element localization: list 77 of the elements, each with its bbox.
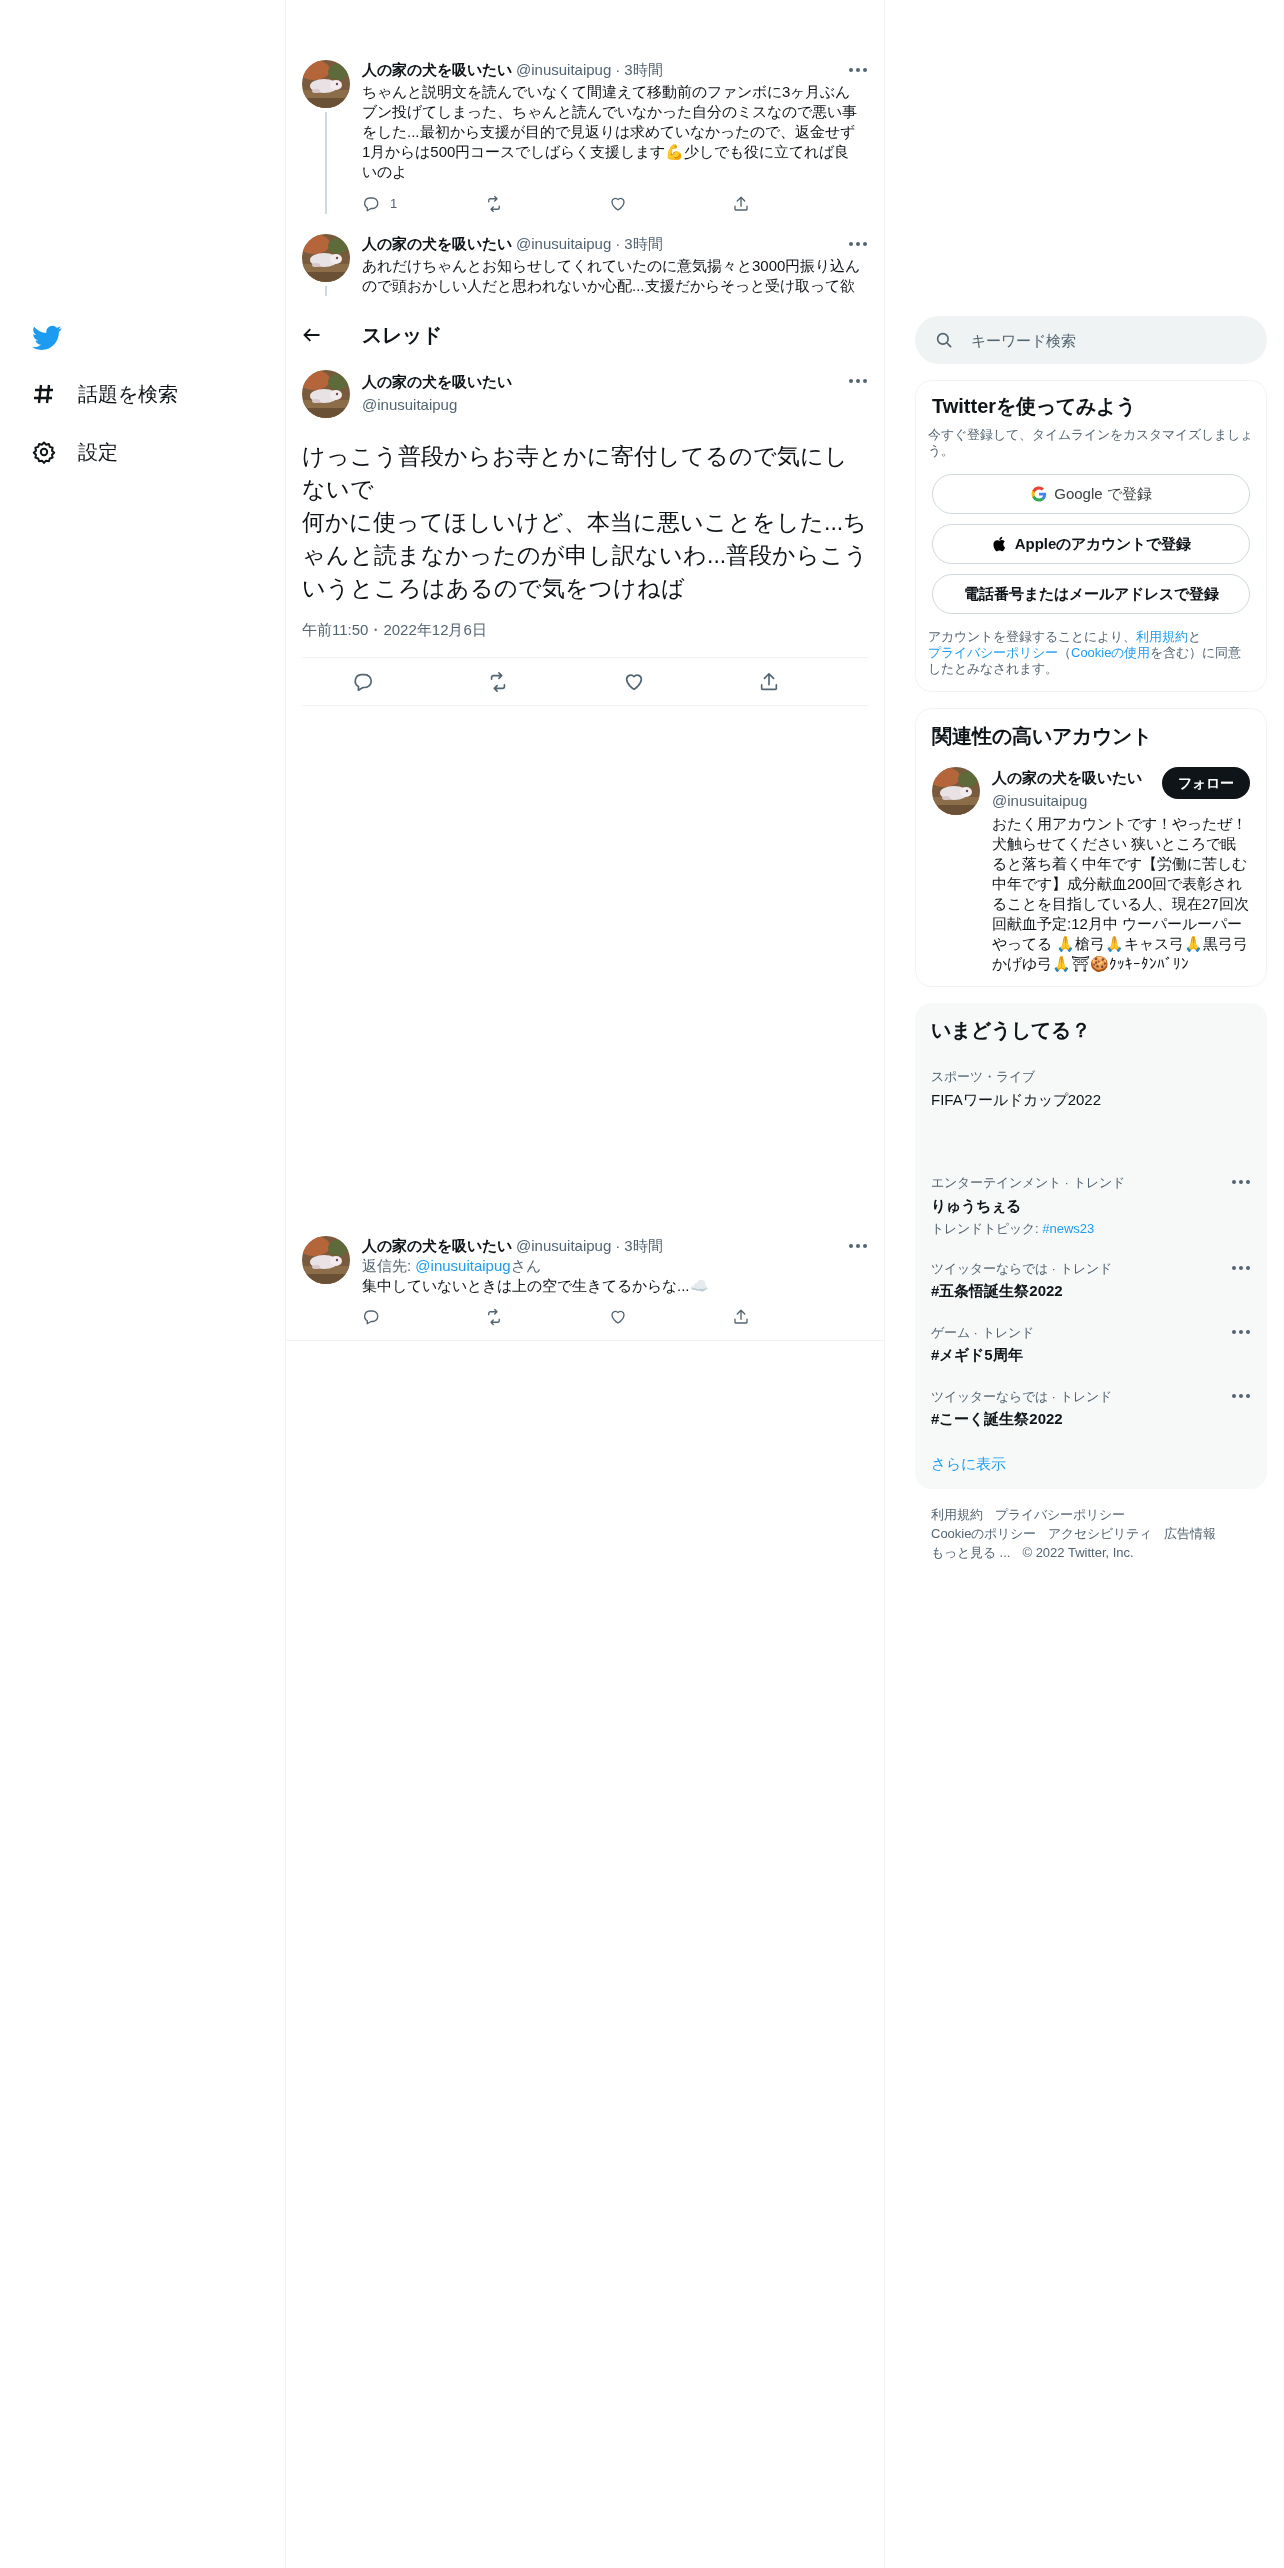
separator-dot: · — [615, 233, 621, 254]
more-icon[interactable] — [848, 1243, 868, 1249]
more-icon[interactable] — [1231, 1392, 1251, 1399]
trend-title: #メギド5周年 — [931, 1345, 1024, 1365]
google-g-icon[interactable] — [1030, 485, 1049, 503]
follow-button[interactable]: フォロー — [1162, 767, 1250, 799]
user-handle[interactable]: @inusuitaipug — [516, 1236, 612, 1256]
tweet-time[interactable]: 3時間 — [624, 1236, 663, 1256]
nav-item[interactable]: 話題を検索 — [32, 375, 285, 413]
user-name[interactable]: 人の家の犬を吸いたい — [992, 767, 1142, 790]
footer-link[interactable]: 利用規約 — [931, 1505, 983, 1524]
heart-icon[interactable] — [608, 1308, 627, 1326]
trend-title: FIFAワールドカップ2022 — [931, 1089, 1102, 1110]
trend-title: #こーく誕生祭2022 — [931, 1409, 1064, 1429]
user-name[interactable]: 人の家の犬を吸いたい — [362, 371, 836, 394]
reply-to-text: 返信先: @inusuitaipugさん — [362, 1256, 542, 1276]
settings-icon[interactable] — [32, 440, 56, 464]
trend-title: りゅうちぇる — [931, 1195, 1022, 1216]
more-icon[interactable] — [848, 377, 868, 384]
user-name[interactable]: 人の家の犬を吸いたい — [362, 1236, 512, 1256]
reply-count: 1 — [390, 195, 398, 213]
user-handle[interactable]: @inusuitaipug — [362, 393, 836, 416]
footer-link[interactable]: アクセシビリティ — [1048, 1524, 1153, 1543]
trend-category: ゲーム · トレンド — [931, 1323, 1034, 1342]
trend-category: エンターテインメント · トレンド — [931, 1174, 1125, 1192]
hashtag-icon[interactable] — [32, 382, 56, 406]
more-icon[interactable] — [1231, 1179, 1251, 1185]
user-name[interactable]: 人の家の犬を吸いたい — [362, 60, 512, 80]
twitter-bird-icon[interactable] — [32, 325, 62, 351]
tweet-text: ちゃんと説明文を読んでいなくて間違えて移動前のファンボに3ヶ月ぶんブン投げてしまった、ちゃんと読んでいなかった自分のミスなので悪い事をした...最初から支援が目的で見返りは求めていなかったので、返金せず1月からは500円コースでしばらく支援します💪少しでも役に立てれば良いのよ — [362, 82, 858, 182]
more-icon[interactable] — [848, 67, 868, 73]
nav-item[interactable]: 設定 — [32, 433, 285, 471]
separator-dot: · — [615, 60, 621, 80]
page-title: スレッド — [362, 322, 442, 348]
footer-link[interactable]: Cookieのポリシー — [931, 1524, 1037, 1543]
search-icon[interactable] — [935, 331, 953, 349]
trend-item[interactable]: ツイッターならでは · トレンド #五条悟誕生祭2022 — [915, 1248, 1267, 1313]
user-bio: おたく用アカウントです！やったぜ！犬触らせてください 狭いところで眠ると落ち着く中年です【労働に苦しむ中年です】成分献血200回で表彰されることを目指している人、現在27回次回献血予定:12月中 ウーパールーパーやってる 🙏槍弓🙏キャス弓🙏黒弓弓かげゆ弓🙏⛩🍪ｸｯｷｰﾀﾝﾊﾞﾘﾝ — [992, 814, 1250, 974]
card-title: いまどうしてる？ — [930, 1018, 1092, 1043]
tweet-time[interactable]: 3時間 — [624, 60, 663, 80]
user-handle[interactable]: @inusuitaipug — [516, 233, 612, 254]
trend-category: ツイッターならでは · トレンド — [931, 1387, 1112, 1406]
tweet-text: 何かに使ってほしいけど、本当に悪いことをした...ちゃんと読まなかったのが申し訳ないわ...普段からこういうところはあるので気をつけねば — [302, 507, 870, 603]
card-title: 関連性の高いアカウント — [932, 724, 1153, 749]
reply-icon[interactable] — [362, 1308, 380, 1326]
copyright-text: © 2022 Twitter, Inc. — [1022, 1544, 1134, 1562]
footer-link[interactable]: プライバシーポリシー — [995, 1505, 1125, 1524]
tweet-text: 集中していないときは上の空で生きてるからな...☁ — [362, 1276, 710, 1296]
trend-item[interactable]: ツイッターならでは · トレンド #こーく誕生祭2022 — [915, 1376, 1267, 1441]
footer-link[interactable]: 広告情報 — [1164, 1524, 1217, 1543]
footer-link[interactable]: もっと見る ... — [931, 1543, 1011, 1562]
share-icon[interactable] — [758, 670, 780, 693]
user-handle[interactable]: @inusuitaipug — [992, 789, 1142, 812]
card-subtitle: 今すぐ登録して、タイムラインをカスタマイズしましょう。 — [928, 427, 1254, 459]
tweet-time[interactable]: 3時間 — [624, 233, 663, 254]
reply-icon[interactable] — [362, 194, 380, 213]
trend-category: スポーツ・ライブ — [931, 1068, 1036, 1086]
legal-text: アカウントを登録することにより、利用規約 と プライバシーポリシー（Cookieの使用を含む）に同意したとみなされます。 — [928, 629, 1243, 677]
search-field[interactable]: キーワード検索 — [915, 316, 1267, 364]
tweet-text: あれだけちゃんとお知らせしてくれていたのに意気揚々と3000円振り込んので頭おかしい人だと思われないか心配...支援だからそっと受け取って欲 — [362, 255, 862, 296]
separator-dot: · — [615, 1236, 621, 1256]
more-icon[interactable] — [1231, 1328, 1251, 1335]
user-name[interactable]: 人の家の犬を吸いたい — [362, 233, 512, 254]
trend-topic: トレンドトピック: #news23 — [931, 1220, 1096, 1238]
user-handle[interactable]: @inusuitaipug — [516, 60, 612, 80]
trend-item[interactable]: ゲーム · トレンド #メギド5周年 — [915, 1312, 1267, 1377]
share-icon[interactable] — [732, 1308, 750, 1326]
card-title: Twitterを使ってみよう — [931, 394, 1138, 419]
tweet-text: けっこう普段からお寺とかに寄付してるので気にしないで — [302, 441, 849, 504]
tweet-timestamp: 午前11:50・2022年12月6日 — [302, 618, 868, 658]
share-icon[interactable] — [732, 194, 750, 213]
more-icon[interactable] — [1231, 1264, 1251, 1271]
trend-item[interactable]: スポーツ・ライブ FIFAワールドカップ2022 — [915, 1057, 1267, 1163]
trend-item[interactable]: エンターテインメント · トレンド りゅうちぇる トレンドトピック: #news23 — [915, 1163, 1267, 1249]
trend-title: #五条悟誕生祭2022 — [931, 1281, 1064, 1301]
more-icon[interactable] — [848, 240, 868, 247]
trend-category: ツイッターならでは · トレンド — [931, 1259, 1112, 1278]
